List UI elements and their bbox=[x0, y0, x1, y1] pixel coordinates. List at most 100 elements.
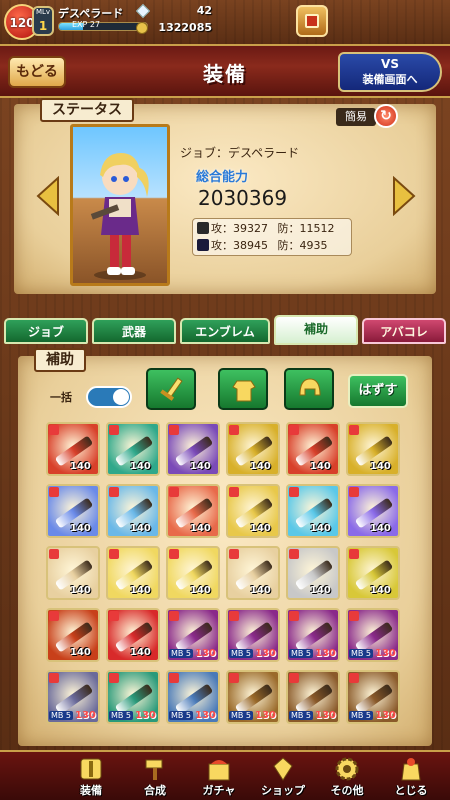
close-bag-icon bbox=[401, 758, 421, 781]
item-slot[interactable]: 140 bbox=[46, 422, 100, 476]
item-badge-icon bbox=[289, 425, 299, 435]
item-slot[interactable]: 140 bbox=[46, 608, 100, 662]
toggle-knob bbox=[113, 389, 129, 405]
sword-stat-icon bbox=[197, 222, 209, 234]
nav-equipment[interactable]: 装備 bbox=[58, 752, 124, 800]
item-mb-number: 130 bbox=[75, 710, 96, 721]
item-level: 140 bbox=[70, 585, 91, 596]
tab-support[interactable]: 補助 bbox=[274, 315, 358, 345]
item-level: 140 bbox=[70, 461, 91, 472]
item-slot[interactable]: 140 bbox=[106, 546, 160, 600]
item-slot[interactable]: 140 bbox=[166, 422, 220, 476]
back-button[interactable]: もどる bbox=[8, 56, 66, 88]
tab-avatar-collection[interactable]: アバコレ bbox=[362, 318, 446, 344]
support-section-tag: 補助 bbox=[34, 348, 86, 372]
bulk-toggle[interactable] bbox=[86, 386, 132, 408]
item-badge-icon bbox=[289, 487, 299, 497]
item-slot[interactable]: 140 bbox=[346, 422, 400, 476]
gift-box-button[interactable] bbox=[296, 5, 328, 37]
tab-emblem[interactable]: エンブレム bbox=[180, 318, 270, 344]
next-character-arrow[interactable] bbox=[392, 176, 416, 216]
item-level: 140 bbox=[370, 461, 391, 472]
vs-equipment-button[interactable]: VS 装備画面へ bbox=[338, 52, 442, 92]
item-slot[interactable]: 140 bbox=[286, 546, 340, 600]
item-badge-icon bbox=[49, 673, 59, 683]
item-mb-badge: MB 5 bbox=[349, 711, 374, 720]
gear-icon bbox=[335, 757, 359, 781]
item-slot[interactable]: MB 5 130 bbox=[346, 670, 400, 724]
item-slot[interactable]: 140 bbox=[226, 546, 280, 600]
item-slot[interactable]: 140 bbox=[286, 422, 340, 476]
item-level: 140 bbox=[130, 585, 151, 596]
item-badge-icon bbox=[49, 425, 59, 435]
status-panel: ステータス 簡易 ↻ ジョブ：デスペラード 総合能力 2030369 攻：393… bbox=[14, 98, 436, 294]
nav-equipment-label: 装備 bbox=[80, 784, 102, 797]
total-power-label: 総合能力 bbox=[196, 170, 249, 185]
item-slot[interactable]: 140 bbox=[346, 484, 400, 538]
item-mb-badge: MB 5 bbox=[289, 649, 314, 658]
item-level: 140 bbox=[370, 523, 391, 534]
player-name: デスペラード bbox=[58, 7, 124, 20]
item-slot[interactable]: MB 5 130 bbox=[166, 670, 220, 724]
item-slot[interactable]: MB 5 130 bbox=[226, 670, 280, 724]
item-slot[interactable]: 140 bbox=[346, 546, 400, 600]
item-badge-icon bbox=[349, 425, 359, 435]
item-badge-icon bbox=[109, 425, 119, 435]
gift-icon bbox=[305, 14, 319, 28]
item-badge-icon bbox=[169, 487, 179, 497]
nav-shop[interactable]: ショップ bbox=[250, 752, 316, 800]
item-mb-number: 130 bbox=[255, 710, 276, 721]
item-slot[interactable]: MB 5 130 bbox=[46, 670, 100, 724]
item-slot[interactable]: 140 bbox=[166, 546, 220, 600]
mlv-label: MLv bbox=[35, 8, 51, 16]
page-title: 装備 bbox=[203, 62, 247, 86]
item-level: 140 bbox=[70, 647, 91, 658]
item-badge-icon bbox=[289, 549, 299, 559]
simple-view-toggle[interactable]: 簡易 bbox=[336, 108, 376, 126]
nav-synthesis-label: 合成 bbox=[144, 784, 166, 797]
item-slot[interactable]: 140 bbox=[46, 484, 100, 538]
item-slot[interactable]: 140 bbox=[226, 484, 280, 538]
item-slot[interactable]: 140 bbox=[286, 484, 340, 538]
item-slot[interactable]: MB 5 130 bbox=[106, 670, 160, 724]
item-slot[interactable]: MB 5 130 bbox=[226, 608, 280, 662]
item-slot[interactable]: MB 5 130 bbox=[346, 608, 400, 662]
nav-other[interactable]: その他 bbox=[314, 752, 380, 800]
nav-close[interactable]: とじる bbox=[378, 752, 444, 800]
shop-crystal-icon bbox=[273, 757, 293, 781]
nav-gacha[interactable]: ガチャ bbox=[186, 752, 252, 800]
item-badge-icon bbox=[109, 549, 119, 559]
item-slot[interactable]: MB 5 130 bbox=[166, 608, 220, 662]
item-slot[interactable]: 140 bbox=[106, 608, 160, 662]
item-badge-icon bbox=[229, 487, 239, 497]
tab-weapon[interactable]: 武器 bbox=[92, 318, 176, 344]
hammer-icon bbox=[145, 759, 163, 780]
staff-stat-icon bbox=[197, 239, 209, 251]
unequip-button[interactable]: はずす bbox=[348, 374, 408, 408]
item-badge-icon bbox=[169, 611, 179, 621]
item-slot[interactable]: 140 bbox=[226, 422, 280, 476]
item-slot[interactable]: 140 bbox=[166, 484, 220, 538]
item-mb-badge: MB 5 bbox=[49, 711, 74, 720]
item-slot[interactable]: 140 bbox=[106, 484, 160, 538]
prev-character-arrow[interactable] bbox=[36, 176, 60, 216]
item-mb-number: 130 bbox=[195, 648, 216, 659]
helmet-icon bbox=[299, 378, 321, 396]
item-badge-icon bbox=[229, 611, 239, 621]
item-slot[interactable]: MB 5 130 bbox=[286, 670, 340, 724]
item-level: 140 bbox=[130, 461, 151, 472]
nav-synthesis[interactable]: 合成 bbox=[122, 752, 188, 800]
refresh-icon[interactable]: ↻ bbox=[374, 104, 398, 128]
item-level: 140 bbox=[190, 585, 211, 596]
filter-helmet-button[interactable] bbox=[284, 368, 334, 410]
tab-job[interactable]: ジョブ bbox=[4, 318, 88, 344]
filter-armor-button[interactable] bbox=[218, 368, 268, 410]
item-slot[interactable]: MB 5 130 bbox=[286, 608, 340, 662]
item-level: 140 bbox=[190, 523, 211, 534]
filter-sword-button[interactable] bbox=[146, 368, 196, 410]
item-mb-number: 130 bbox=[315, 648, 336, 659]
item-slot[interactable]: 140 bbox=[106, 422, 160, 476]
item-level: 140 bbox=[190, 461, 211, 472]
item-slot[interactable]: 140 bbox=[46, 546, 100, 600]
item-mb-number: 130 bbox=[255, 648, 276, 659]
